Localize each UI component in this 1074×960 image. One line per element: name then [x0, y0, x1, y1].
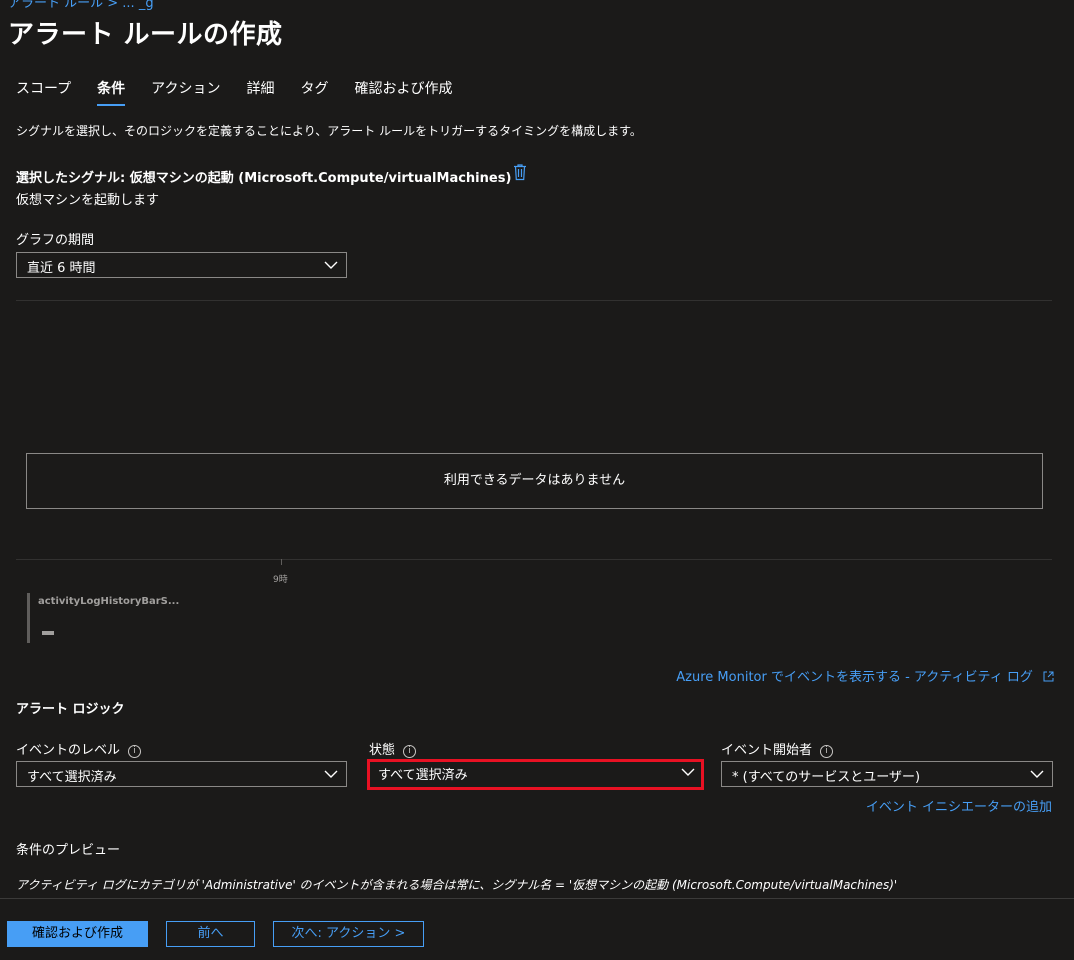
review-create-button[interactable]: 確認および作成 — [7, 921, 148, 947]
more-options-icon[interactable]: ··· — [260, 20, 278, 39]
status-dropdown[interactable]: すべて選択済み — [367, 759, 704, 790]
status-label: 状態 i — [369, 739, 417, 758]
event-initiator-label: イベント開始者 i — [721, 739, 834, 758]
chart-legend-value — [42, 631, 54, 635]
info-icon[interactable]: i — [820, 745, 834, 758]
status-value: すべて選択済み — [378, 768, 468, 783]
chart-legend-bar — [27, 593, 30, 643]
event-level-label-text: イベントのレベル — [16, 743, 121, 758]
graph-period-label: グラフの期間 — [16, 233, 95, 248]
condition-description: シグナルを選択し、そのロジックを定義することにより、アラート ルールをトリガーす… — [16, 124, 642, 138]
azure-monitor-activity-log-link[interactable]: Azure Monitor でイベントを表示する - アクティビティ ログ — [676, 666, 1054, 685]
chevron-down-icon — [324, 261, 338, 269]
chart-legend-name: activityLogHistoryBarS... — [38, 596, 180, 607]
chart-top-border — [16, 300, 1052, 301]
event-level-value: すべて選択済み — [27, 770, 117, 785]
breadcrumb[interactable]: アラート ルール > ... _g — [8, 0, 154, 11]
event-initiator-label-text: イベント開始者 — [721, 743, 813, 758]
chart-tick — [281, 559, 282, 565]
event-level-dropdown[interactable]: すべて選択済み — [16, 761, 347, 787]
no-data-message: 利用できるデータはありません — [26, 453, 1043, 509]
status-label-text: 状態 — [369, 743, 396, 758]
page-title: アラート ルールの作成 — [8, 20, 283, 50]
condition-preview-text: アクティビティ ログにカテゴリが 'Administrative' のイベントが… — [16, 878, 898, 892]
chevron-down-icon — [324, 770, 338, 778]
tab-tags[interactable]: タグ — [300, 76, 328, 106]
info-icon[interactable]: i — [128, 745, 142, 758]
tab-condition[interactable]: 条件 — [97, 76, 126, 106]
selected-signal-subtitle: 仮想マシンを起動します — [16, 193, 160, 208]
event-level-label: イベントのレベル i — [16, 739, 142, 758]
alert-rule-create-page: アラート ルール > ... _g アラート ルールの作成 ··· スコープ 条… — [0, 0, 1074, 960]
alert-logic-heading: アラート ロジック — [16, 702, 125, 717]
chevron-down-icon — [1030, 770, 1044, 778]
external-link-icon — [1043, 671, 1054, 682]
tab-actions[interactable]: アクション — [151, 76, 220, 106]
trash-icon[interactable] — [512, 163, 528, 181]
tab-review-create[interactable]: 確認および作成 — [354, 76, 452, 106]
chevron-down-icon — [681, 768, 695, 776]
azure-monitor-link-text: Azure Monitor でイベントを表示する - アクティビティ ログ — [676, 670, 1033, 685]
graph-period-dropdown[interactable]: 直近 6 時間 — [16, 252, 347, 278]
condition-preview-label: 条件のプレビュー — [16, 843, 121, 858]
event-initiator-value: * (すべてのサービスとユーザー) — [732, 770, 921, 785]
graph-period-value: 直近 6 時間 — [27, 261, 96, 276]
footer-divider — [0, 898, 1074, 899]
tab-bar: スコープ 条件 アクション 詳細 タグ 確認および作成 — [16, 76, 478, 108]
tab-scope[interactable]: スコープ — [16, 76, 71, 106]
next-actions-button[interactable]: 次へ: アクション > — [273, 921, 424, 947]
info-icon[interactable]: i — [403, 745, 417, 758]
chart-tick-label: 9時 — [273, 575, 288, 585]
event-initiator-dropdown[interactable]: * (すべてのサービスとユーザー) — [721, 761, 1053, 787]
add-event-initiator-link[interactable]: イベント イニシエーターの追加 — [866, 796, 1052, 815]
previous-button[interactable]: 前へ — [166, 921, 255, 947]
tab-details[interactable]: 詳細 — [246, 76, 274, 106]
selected-signal-title: 選択したシグナル: 仮想マシンの起動 (Microsoft.Compute/vi… — [16, 171, 512, 186]
chart-x-axis — [16, 559, 1052, 560]
